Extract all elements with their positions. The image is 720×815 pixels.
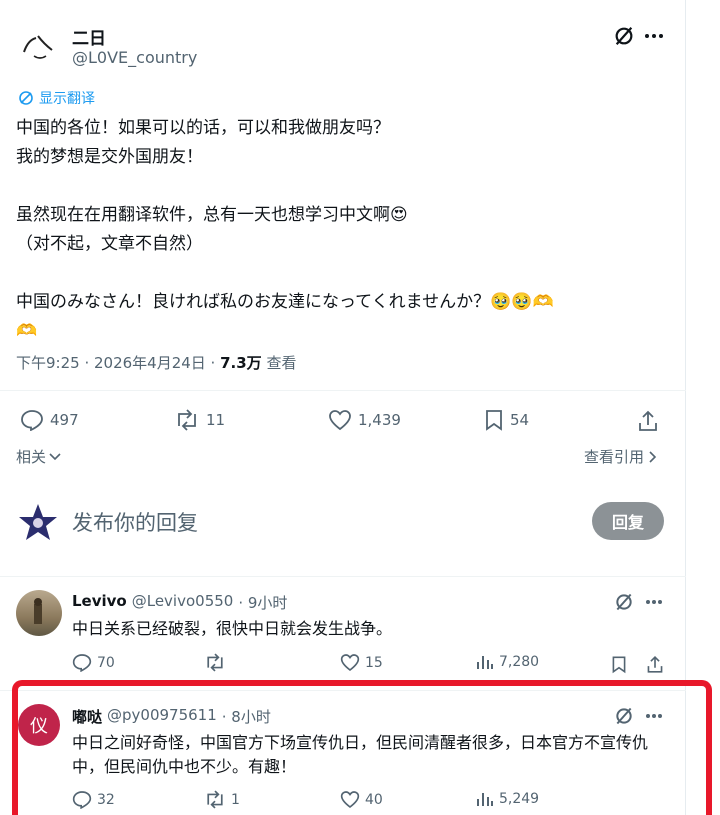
reply-avatar[interactable] <box>16 590 62 636</box>
author-handle[interactable]: @L0VE_country <box>72 48 197 67</box>
reply-text: 中日之间好奇怪，中国官方下场宣传仇日，但民间清醒者很多，日本官方不宣传仇中，但民… <box>72 733 649 776</box>
repost-icon <box>178 409 196 431</box>
repost-count: 11 <box>206 411 226 429</box>
reply-submit-button[interactable]: 回复 <box>592 502 664 540</box>
more-options-icon[interactable] <box>642 24 666 48</box>
reply-header: Levivo @Levivo0550 · 9小时 <box>72 592 287 613</box>
reply-compose-input[interactable]: 发布你的回复 <box>72 507 198 537</box>
grok-icon[interactable] <box>612 24 636 48</box>
related-label: 相关 <box>16 448 47 466</box>
reply-avatar[interactable]: 仪 <box>18 704 60 746</box>
post-timestamp[interactable]: 下午9:25 · 2026年4月24日 · <box>16 354 220 372</box>
timeline-column: 二日 @L0VE_country 显示翻译 中国的各位！如果可以的话，可以和我做… <box>0 0 686 815</box>
reply-repost-button[interactable]: 1 <box>204 790 240 809</box>
repost-count: 1 <box>231 791 240 808</box>
bookmark-icon <box>486 410 502 431</box>
share-button[interactable] <box>636 409 660 433</box>
view-count: 5,249 <box>499 791 540 807</box>
reply-time[interactable]: · 9小时 <box>238 592 287 613</box>
reply-views-button[interactable]: 5,249 <box>476 790 539 808</box>
post-line: 我的梦想是交外国朋友！ <box>16 147 203 167</box>
avatar-letter: 仪 <box>30 716 48 737</box>
post-body: 中国的各位！如果可以的话，可以和我做朋友吗？ 我的梦想是交外国朋友！ 虽然现在在… <box>16 114 666 346</box>
reply-like-button[interactable]: 40 <box>340 790 383 809</box>
reply-icon <box>72 654 92 672</box>
chevron-down-icon <box>49 452 61 460</box>
post-line: 中国のみなさん！良ければ私のお友達になってくれませんか？🥹🥹🫶 <box>16 292 554 312</box>
view-quotes-link[interactable]: 查看引用 <box>584 446 657 467</box>
view-quotes-label: 查看引用 <box>584 448 645 466</box>
analytics-icon <box>477 656 493 669</box>
post-line <box>16 259 666 288</box>
compose-avatar <box>16 500 60 544</box>
reply-author-name[interactable]: 嘟哒 <box>72 706 102 727</box>
repost-icon <box>207 653 223 672</box>
heart-icon <box>340 654 360 672</box>
post-line: 中国的各位！如果可以的话，可以和我做朋友吗？ <box>16 118 390 138</box>
post-line: （对不起，文章不自然） <box>16 234 203 254</box>
reply-author-handle[interactable]: @Levivo0550 <box>132 592 234 613</box>
reply-count: 70 <box>97 654 115 671</box>
avatar-drawing-icon <box>23 35 53 59</box>
view-count: 7,280 <box>499 654 540 670</box>
related-dropdown[interactable]: 相关 <box>16 446 61 467</box>
share-button[interactable] <box>644 653 666 675</box>
author-name[interactable]: 二日 <box>72 24 106 49</box>
translate-icon <box>19 91 33 105</box>
view-count-label: 查看 <box>261 354 297 372</box>
reply-header: 嘟哒 @py00975611 · 8小时 <box>72 706 271 727</box>
share-icon <box>647 655 663 673</box>
more-options-icon[interactable] <box>642 704 666 728</box>
share-icon <box>639 410 657 431</box>
bookmark-icon <box>612 656 626 673</box>
heart-icon <box>340 791 360 809</box>
reply-like-button[interactable]: 15 <box>340 653 383 672</box>
reply-reply-button[interactable]: 32 <box>72 790 115 809</box>
like-count: 15 <box>365 654 383 671</box>
grok-icon[interactable] <box>612 704 636 728</box>
bookmark-button[interactable]: 54 <box>484 409 529 431</box>
reply-count: 497 <box>50 411 79 429</box>
chevron-right-icon <box>649 450 657 463</box>
heart-icon <box>329 410 351 431</box>
avatar[interactable] <box>16 22 64 70</box>
bookmark-count: 54 <box>510 411 530 429</box>
reply-text: 中日关系已经破裂，很快中日就会发生战争。 <box>72 619 393 638</box>
reply-icon <box>72 791 92 809</box>
repost-icon <box>207 790 223 809</box>
like-count: 40 <box>365 791 383 808</box>
star-badge-icon <box>19 504 57 540</box>
like-button[interactable]: 1,439 <box>328 409 401 431</box>
reply-time[interactable]: · 8小时 <box>222 706 271 727</box>
reply-count: 32 <box>97 791 115 808</box>
post-line: 虽然现在在用翻译软件，总有一天也想学习中文啊😍 <box>16 205 408 225</box>
reply-author-name[interactable]: Levivo <box>72 592 127 613</box>
view-count: 7.3万 <box>220 354 262 372</box>
grok-icon[interactable] <box>612 590 636 614</box>
show-translation-label: 显示翻译 <box>39 91 95 107</box>
repost-button[interactable]: 11 <box>174 409 225 431</box>
reply-repost-button[interactable] <box>204 653 231 672</box>
reply-author-handle[interactable]: @py00975611 <box>107 706 217 727</box>
more-options-icon[interactable] <box>642 590 666 614</box>
reply-icon <box>21 410 43 431</box>
bookmark-button[interactable] <box>608 653 630 675</box>
reply-reply-button[interactable]: 70 <box>72 653 115 672</box>
reply-button[interactable]: 497 <box>20 409 79 431</box>
post-meta: 下午9:25 · 2026年4月24日 · 7.3万 查看 <box>16 352 296 373</box>
reply-views-button[interactable]: 7,280 <box>476 653 539 671</box>
show-translation-link[interactable]: 显示翻译 <box>18 88 95 108</box>
post-line <box>16 172 666 201</box>
like-count: 1,439 <box>358 411 401 429</box>
analytics-icon <box>477 793 493 806</box>
photo-avatar-icon <box>34 598 42 624</box>
post-line: 🫶 <box>16 321 38 341</box>
